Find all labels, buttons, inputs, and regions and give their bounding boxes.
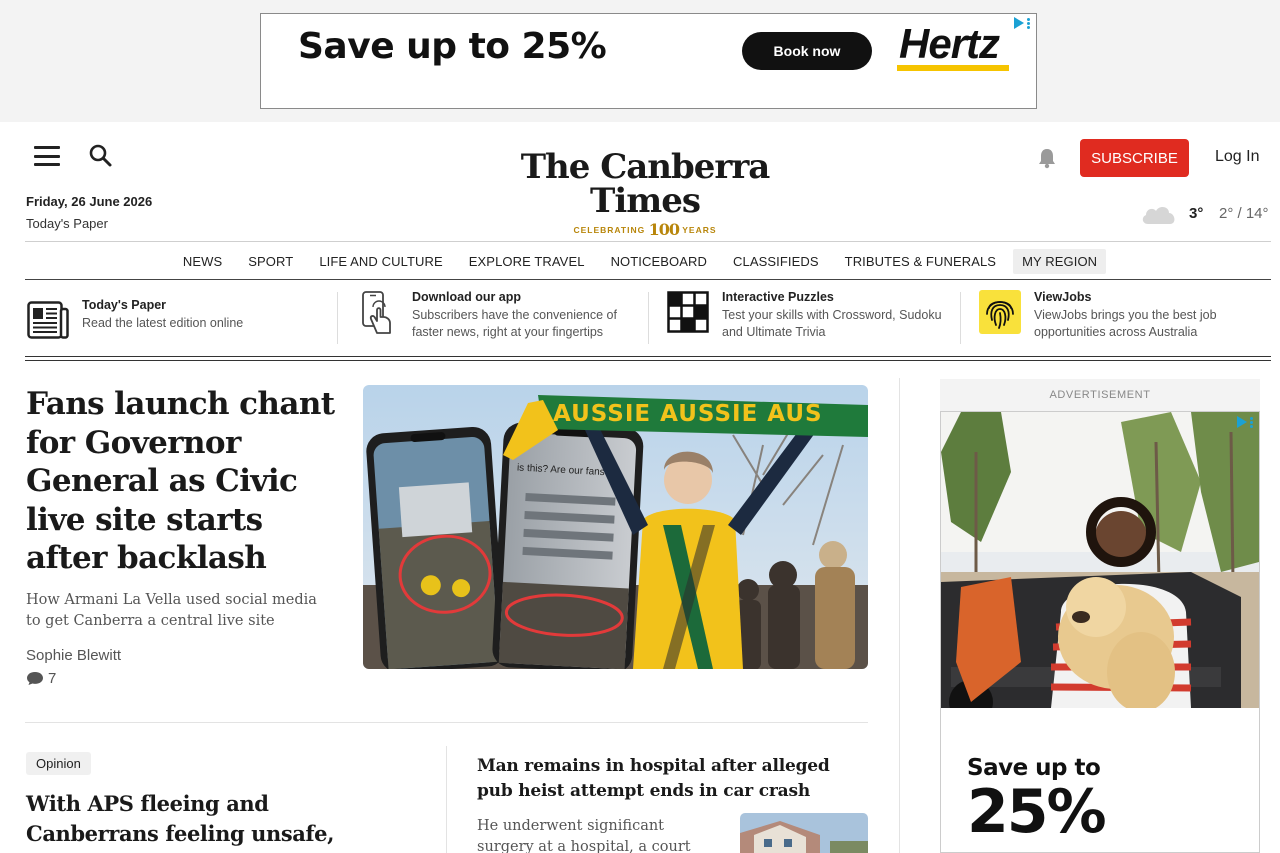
comment-icon: [27, 672, 43, 685]
todays-paper-link[interactable]: Today's Paper: [26, 216, 108, 231]
nav-item-explore-travel[interactable]: EXPLORE TRAVEL: [460, 249, 594, 274]
opinion-tag[interactable]: Opinion: [26, 752, 91, 775]
logo-centenary: CELEBRATING 100 YEARS: [573, 220, 717, 239]
side-ad-discount: 25%: [967, 777, 1107, 847]
lead-story-headline[interactable]: Fans launch chant for Governor General a…: [26, 385, 344, 578]
nav-item-tributes-funerals[interactable]: TRIBUTES & FUNERALS: [836, 249, 1005, 274]
story-column-divider: [446, 746, 447, 853]
top-advertisement[interactable]: Save up to 25% Book now Hertz: [260, 13, 1037, 109]
story-divider: [25, 722, 868, 723]
notification-bell-icon[interactable]: [1037, 147, 1057, 169]
current-temperature: 3°: [1189, 205, 1204, 222]
nav-item-classifieds[interactable]: CLASSIFIEDS: [724, 249, 828, 274]
promo-description: Test your skills with Crossword, Sudoku …: [722, 308, 942, 339]
sidebar-advertisement[interactable]: Save up to 25%: [940, 411, 1260, 853]
newspaper-icon: [26, 298, 70, 342]
header-divider: [25, 241, 1271, 242]
lead-story-comments[interactable]: 7: [26, 670, 56, 687]
ad-book-now-button[interactable]: Book now: [742, 32, 872, 70]
ad-brand-logo: Hertz: [899, 20, 1000, 67]
crossword-icon: [666, 290, 710, 334]
promo-separator: [960, 292, 961, 344]
current-date: Friday, 26 June 2026: [26, 194, 153, 209]
column-divider: [899, 378, 900, 853]
svg-text:AUSSIE AUSSIE AUS: AUSSIE AUSSIE AUS: [553, 401, 823, 427]
ad-brand-underline: [897, 65, 1009, 71]
promo-title: ViewJobs: [1034, 290, 1092, 304]
search-icon[interactable]: [88, 143, 114, 169]
lead-story-summary: How Armani La Vella used social media to…: [26, 592, 317, 629]
promo-todays-paper[interactable]: Today's Paper Read the latest edition on…: [26, 298, 326, 354]
opinion-story-headline[interactable]: With APS fleeing and Canberrans feeling …: [26, 789, 406, 853]
lead-story-author[interactable]: Sophie Blewitt: [26, 647, 121, 664]
temperature-range: 2° / 14°: [1219, 205, 1269, 222]
section-rule-top: [25, 356, 1271, 357]
promo-title: Download our app: [412, 290, 522, 304]
section-rule-bottom: [25, 360, 1271, 361]
main-navigation: NEWS SPORT LIFE AND CULTURE EXPLORE TRAV…: [0, 248, 1280, 274]
nav-item-sport[interactable]: SPORT: [239, 249, 302, 274]
promo-title: Interactive Puzzles: [722, 290, 834, 304]
site-logo[interactable]: The Canberra Times CELEBRATING 100 YEARS: [480, 150, 810, 239]
adchoices-icon[interactable]: [1225, 415, 1253, 429]
promo-separator: [337, 292, 338, 344]
second-story-summary: He underwent significant surgery at a ho…: [477, 818, 691, 853]
promo-interactive-puzzles[interactable]: Interactive Puzzles Test your skills wit…: [666, 290, 951, 346]
lead-story-image[interactable]: is this? Are our fans? AUSSIE AUSSIE AUS: [363, 385, 868, 669]
promo-description: Subscribers have the convenience of fast…: [412, 308, 617, 339]
fingerprint-icon: [978, 290, 1022, 334]
phone-tap-icon: [356, 290, 400, 334]
adchoices-icon[interactable]: [1002, 16, 1030, 30]
promo-separator: [648, 292, 649, 344]
nav-item-my-region[interactable]: MY REGION: [1013, 248, 1107, 274]
cloud-icon: [1142, 207, 1175, 224]
promo-download-app[interactable]: Download our app Subscribers have the co…: [356, 290, 646, 346]
second-story-image[interactable]: [740, 813, 868, 853]
hamburger-menu-icon[interactable]: [34, 146, 60, 166]
promo-viewjobs[interactable]: ViewJobs ViewJobs brings you the best jo…: [978, 290, 1270, 346]
promo-description: Read the latest edition online: [82, 316, 244, 330]
promo-title: Today's Paper: [82, 298, 167, 312]
advertisement-label: ADVERTISEMENT: [1049, 389, 1151, 401]
ad-image: [941, 412, 1259, 708]
comment-count: 7: [48, 670, 57, 687]
second-story-headline[interactable]: Man remains in hospital after alleged pu…: [477, 754, 857, 804]
promo-description: ViewJobs brings you the best job opportu…: [1034, 308, 1217, 339]
nav-divider: [25, 279, 1271, 280]
ad-headline: Save up to 25%: [298, 26, 607, 67]
nav-item-life-and-culture[interactable]: LIFE AND CULTURE: [310, 249, 451, 274]
login-link[interactable]: Log In: [1215, 148, 1259, 166]
nav-item-noticeboard[interactable]: NOTICEBOARD: [602, 249, 716, 274]
logo-wordmark: The Canberra Times: [520, 147, 771, 221]
subscribe-button[interactable]: SUBSCRIBE: [1080, 139, 1189, 177]
nav-item-news[interactable]: NEWS: [174, 249, 231, 274]
